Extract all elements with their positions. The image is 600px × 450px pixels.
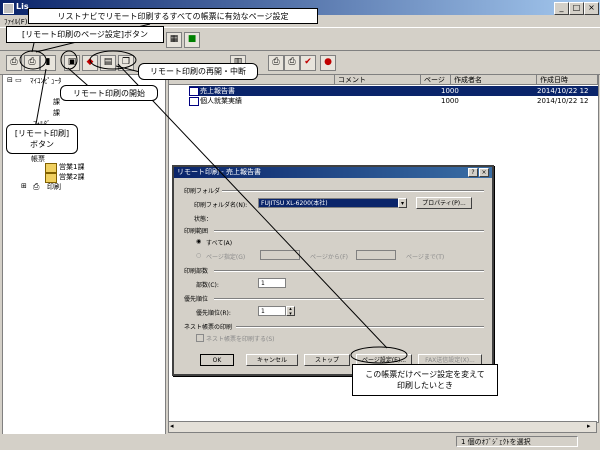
callout-top-banner: リストナビでリモート印刷するすべての帳票に有効なページ設定 — [28, 8, 318, 24]
help-button[interactable]: ? — [468, 168, 478, 177]
dialog-title: リモート印刷 - 売上報告書 — [174, 167, 492, 178]
form-icon — [189, 87, 199, 96]
remote-print-dialog: リモート印刷 - 売上報告書 ? × 印刷フォルダ 印刷フォルダ名(N): FU… — [172, 165, 494, 376]
properties-button[interactable]: プロパティ(P)... — [416, 197, 472, 209]
next-check-label: ネスト帳票を印刷する(S) — [206, 336, 275, 343]
range-pages-label: ページ指定(G) — [206, 254, 246, 261]
status-selection: 1 個のｵﾌﾞｼﾞｪｸﾄを選択 — [456, 436, 578, 447]
range-all-label: すべて(A) — [206, 240, 233, 247]
printer-icon[interactable]: ⎙ — [6, 55, 22, 71]
callout-page-setup-button: [リモート印刷のページ設定]ボタン — [6, 26, 164, 43]
next-group-label: ネスト帳票の印刷 — [184, 324, 233, 331]
green-square-icon[interactable]: ■ — [184, 32, 200, 48]
spin-icon[interactable]: ▴ ▾ — [286, 306, 295, 317]
dialog-close-button[interactable]: × — [479, 168, 489, 177]
close-button[interactable]: × — [584, 2, 599, 15]
column-author[interactable]: 作成者名 — [451, 75, 537, 85]
copy-icon[interactable]: ❐ — [118, 55, 134, 71]
window-title: Lis — [16, 2, 29, 11]
page-from-label: ページから(F) — [310, 254, 349, 261]
tree-item-sales1[interactable]: 営業1課 — [59, 162, 84, 172]
priority-input[interactable]: 1 — [258, 306, 286, 316]
column-pages[interactable]: ページ数 — [421, 75, 451, 94]
printer-icon: ⎙ — [33, 182, 40, 191]
dialog-title-text: リモート印刷 - 売上報告書 — [177, 168, 261, 176]
horizontal-scrollbar[interactable]: ◂ ▸ — [168, 421, 597, 433]
callout-remote-print-button: [リモート印刷] ボタン — [6, 124, 78, 154]
toolbar-main: ⎙ ⎙ ▮ ▣ ◆ ▤ ❐ ▥ ⎙ ⎙ ✔ ● — [0, 50, 600, 75]
ok-button[interactable]: OK — [200, 354, 234, 366]
column-comment[interactable]: コメント — [335, 75, 421, 85]
row-date: 2014/10/22 12 — [537, 87, 589, 95]
chevron-down-icon[interactable]: ▾ — [398, 198, 407, 208]
form-icon — [189, 97, 199, 106]
grid-icon[interactable]: ▦ — [166, 32, 182, 48]
folder-icon — [45, 163, 57, 173]
tree-node-partial-2[interactable]: 課 — [53, 108, 60, 118]
cancel-button[interactable]: キャンセル — [246, 354, 298, 366]
row-date: 2014/10/22 12 — [537, 97, 589, 105]
state-label: 状態： — [194, 216, 213, 223]
radio-selected-icon[interactable]: ◉ — [196, 238, 201, 245]
printer-folder-value: FUJITSU XL-6200(本社) — [261, 200, 328, 207]
priority-group-label: 優先順位 — [184, 296, 209, 303]
radio-icon[interactable]: ○ — [196, 252, 201, 259]
remote-print-start-button[interactable]: ▮ — [40, 55, 56, 71]
send-icon[interactable]: ✔ — [300, 55, 316, 71]
priority-label: 優先順位(R): — [196, 310, 231, 317]
divider — [214, 270, 484, 272]
divider — [214, 298, 484, 300]
tree-node-partial-1[interactable]: 課 — [53, 97, 60, 107]
printer-folder-select[interactable]: FUJITSU XL-6200(本社) — [258, 198, 406, 208]
copies-input[interactable]: 1 — [258, 278, 286, 288]
print-preview-icon[interactable]: ⎙ — [268, 55, 284, 71]
divider — [214, 230, 484, 232]
copies-group-label: 印刷部数 — [184, 268, 209, 275]
callout-start: リモート印刷の開始 — [60, 85, 158, 101]
page-from-input[interactable] — [260, 250, 300, 260]
page-to-label: ページまで(T) — [406, 254, 445, 261]
tree-root-icon: ⊟ ▭ — [7, 76, 22, 84]
minimize-button[interactable]: _ — [554, 2, 569, 15]
scroll-right-icon[interactable]: ▸ — [587, 422, 591, 430]
maximize-button[interactable]: □ — [569, 2, 584, 15]
printer-folder-label: 印刷フォルダ名(N): — [194, 202, 248, 209]
remote-print-button[interactable]: ▣ — [64, 55, 80, 71]
printer-group-label: 印刷フォルダ — [184, 188, 221, 195]
tree-item-print[interactable]: 印刷 — [47, 182, 61, 192]
column-date[interactable]: 作成日時 — [537, 75, 598, 85]
status-bar: 1 個のｵﾌﾞｼﾞｪｸﾄを選択 — [0, 434, 600, 450]
tree-root-label[interactable]: ﾏｲｺﾝﾋﾟｭｰﾀ — [30, 76, 62, 86]
checkbox-icon[interactable] — [196, 334, 204, 342]
tree-node-partial-4[interactable]: 帳票 — [31, 154, 45, 164]
row-name: 個人就業実績 — [200, 97, 242, 105]
callout-per-form: この帳票だけページ設定を変えて 印刷したいとき — [352, 364, 498, 396]
app-icon — [3, 3, 14, 14]
divider — [236, 326, 484, 328]
document-icon[interactable]: ▤ — [100, 55, 116, 71]
callout-resume-stop: リモート印刷の再開・中断 — [138, 63, 258, 80]
page-to-input[interactable] — [356, 250, 396, 260]
row-pages: 1000 — [441, 87, 459, 95]
row-pages: 1000 — [441, 97, 459, 105]
stop-button[interactable]: ストップ — [304, 354, 350, 366]
tree-expander-icon[interactable]: ⊞ — [21, 182, 27, 190]
divider — [222, 190, 484, 192]
pause-resume-button[interactable]: ◆ — [82, 55, 98, 71]
delete-icon[interactable]: ● — [320, 55, 336, 71]
scroll-left-icon[interactable]: ◂ — [170, 422, 174, 430]
row-name: 売上報告書 — [200, 87, 235, 95]
list-row[interactable]: 個人就業実績 1000 2014/10/22 12 — [189, 96, 598, 106]
range-group-label: 印刷範囲 — [184, 228, 209, 235]
remote-print-page-setup-button[interactable]: ⎙ — [24, 55, 40, 71]
print-list-icon[interactable]: ⎙ — [284, 55, 300, 71]
tree-item-sales2[interactable]: 営業2課 — [59, 172, 84, 182]
copies-label: 部数(C): — [196, 282, 219, 289]
priority-value: 1 — [261, 308, 265, 315]
list-row[interactable]: 売上報告書 1000 2014/10/22 12 — [189, 86, 598, 96]
copies-value: 1 — [261, 280, 265, 287]
